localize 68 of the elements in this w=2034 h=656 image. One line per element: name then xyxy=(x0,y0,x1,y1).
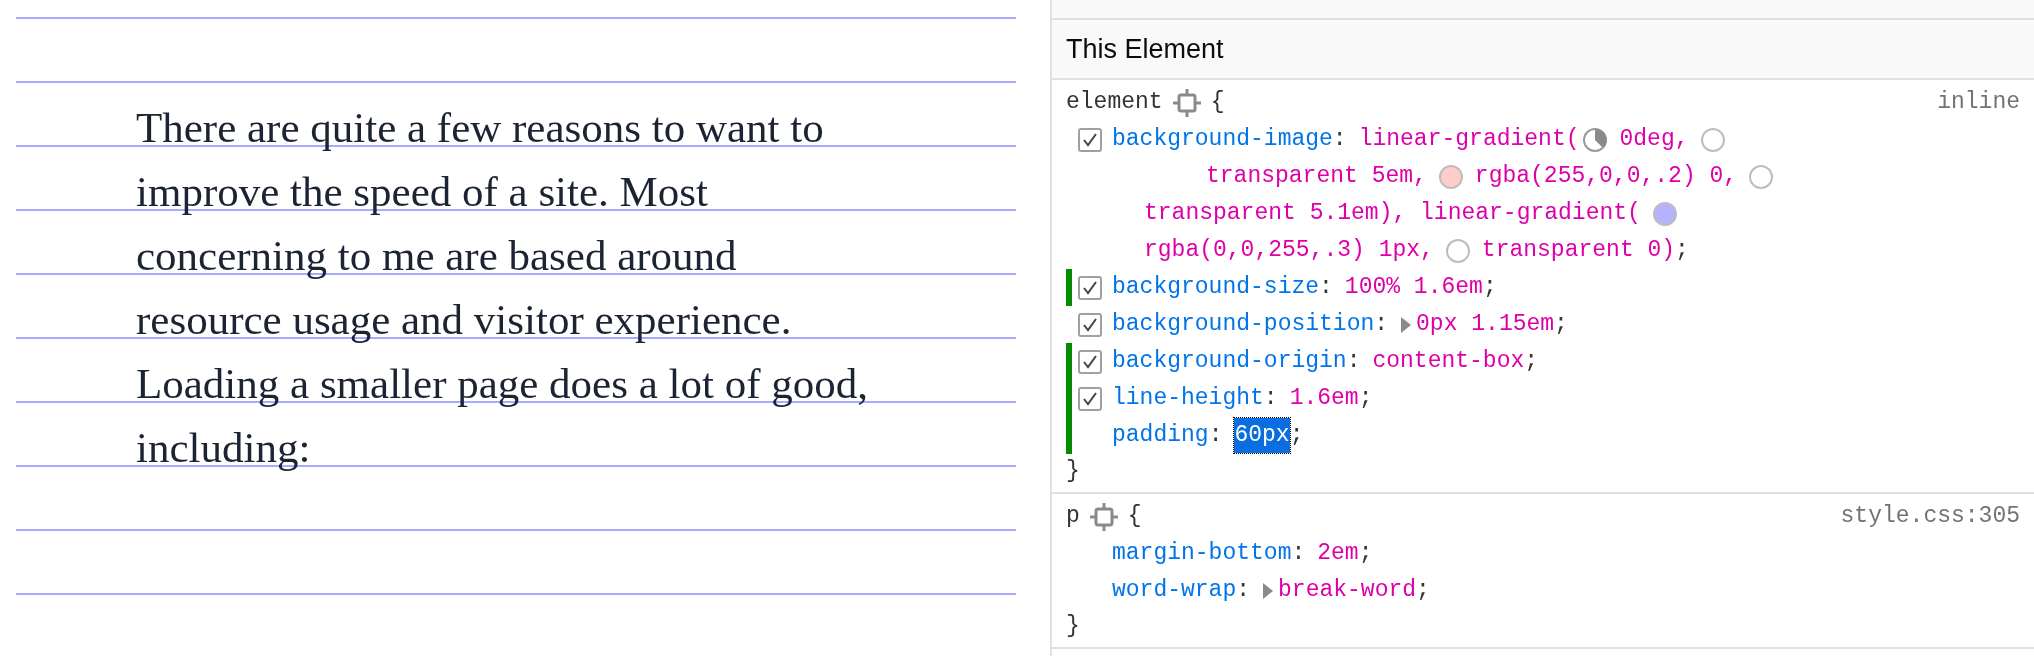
property-value[interactable]: 0px 1.15em xyxy=(1416,307,1555,342)
punctuation: ; xyxy=(1675,236,1689,266)
punctuation: : xyxy=(1374,310,1389,340)
punctuation: ; xyxy=(1289,421,1304,451)
property-value[interactable]: 0deg, xyxy=(1619,122,1689,157)
check-icon xyxy=(1082,279,1098,296)
color-swatch-icon[interactable] xyxy=(1749,164,1774,189)
color-swatch-icon[interactable] xyxy=(1445,238,1470,263)
property-value[interactable]: 2em xyxy=(1317,536,1359,571)
property-value[interactable]: content-box xyxy=(1372,344,1525,379)
expand-triangle-icon[interactable] xyxy=(1262,581,1275,600)
property-value[interactable]: 100% 1.6em xyxy=(1344,270,1483,305)
check-icon xyxy=(1082,353,1098,370)
property-value[interactable]: linear-gradient( xyxy=(1358,122,1580,157)
punctuation: ; xyxy=(1482,273,1497,303)
punctuation: ; xyxy=(1416,576,1430,606)
node-icon[interactable] xyxy=(1172,88,1201,117)
property-name[interactable]: word-wrap xyxy=(1112,573,1237,608)
property-name[interactable]: background-size xyxy=(1112,270,1320,305)
property-value[interactable]: break-word xyxy=(1278,573,1417,608)
punctuation: ; xyxy=(1554,310,1568,340)
property-name[interactable]: margin-bottom xyxy=(1112,536,1292,571)
punctuation: ; xyxy=(1358,539,1373,569)
punctuation: : xyxy=(1236,576,1251,606)
checkbox[interactable] xyxy=(1078,312,1102,337)
angle-icon[interactable] xyxy=(1581,126,1608,153)
color-swatch-icon[interactable] xyxy=(1438,164,1463,189)
check-icon xyxy=(1082,390,1098,407)
property-value[interactable]: transparent 0) xyxy=(1481,233,1676,268)
check-icon xyxy=(1082,131,1098,148)
color-swatch-icon[interactable] xyxy=(1652,201,1677,226)
property-value[interactable]: rgba(255,0,0,.2) 0, xyxy=(1474,159,1738,194)
property-name[interactable]: background-position xyxy=(1112,307,1375,342)
property-value[interactable]: transparent 5em, xyxy=(1206,159,1427,194)
checkbox[interactable] xyxy=(1078,127,1102,152)
property-value[interactable]: rgba(0,0,255,.3) 1px, xyxy=(1144,233,1434,268)
property-name[interactable]: padding xyxy=(1112,418,1209,453)
punctuation: : xyxy=(1346,347,1361,377)
brace: { xyxy=(1127,502,1142,532)
punctuation: : xyxy=(1263,384,1278,414)
selected-value[interactable]: 60px xyxy=(1234,418,1290,453)
punctuation: ; xyxy=(1524,347,1539,377)
punctuation: : xyxy=(1332,125,1347,155)
property-value[interactable]: 1.6em xyxy=(1289,381,1359,416)
punctuation: : xyxy=(1319,273,1333,303)
paragraph: There are quite a few reasons to want to improve the speed of a site. Most concerning to me are based around resource usage and visitor experience. Loading a smaller page does a lot of good, including: xyxy=(136,103,869,473)
source-link[interactable]: inline xyxy=(1937,85,2020,120)
section-title: This Element xyxy=(1066,32,1224,66)
color-swatch-icon[interactable] xyxy=(1700,127,1725,152)
punctuation: : xyxy=(1291,539,1306,569)
expand-triangle-icon[interactable] xyxy=(1400,315,1413,334)
property-value[interactable]: transparent 5.1em), linear-gradient( xyxy=(1144,196,1641,231)
property-name[interactable]: background-image xyxy=(1112,122,1333,157)
node-icon[interactable] xyxy=(1089,502,1118,531)
checkbox[interactable] xyxy=(1078,386,1102,411)
punctuation: ; xyxy=(1358,384,1373,414)
selector[interactable]: element xyxy=(1066,85,1163,120)
selector[interactable]: p xyxy=(1066,499,1080,534)
brace: } xyxy=(1066,456,1080,486)
brace: { xyxy=(1210,88,1225,118)
check-icon xyxy=(1082,316,1098,333)
property-name[interactable]: background-origin xyxy=(1112,344,1347,379)
checkbox[interactable] xyxy=(1078,349,1102,374)
property-name[interactable]: line-height xyxy=(1112,381,1264,416)
source-link[interactable]: style.css:305 xyxy=(1840,499,2020,534)
checkbox[interactable] xyxy=(1078,275,1102,300)
punctuation: : xyxy=(1208,421,1223,451)
brace: } xyxy=(1066,611,1080,641)
